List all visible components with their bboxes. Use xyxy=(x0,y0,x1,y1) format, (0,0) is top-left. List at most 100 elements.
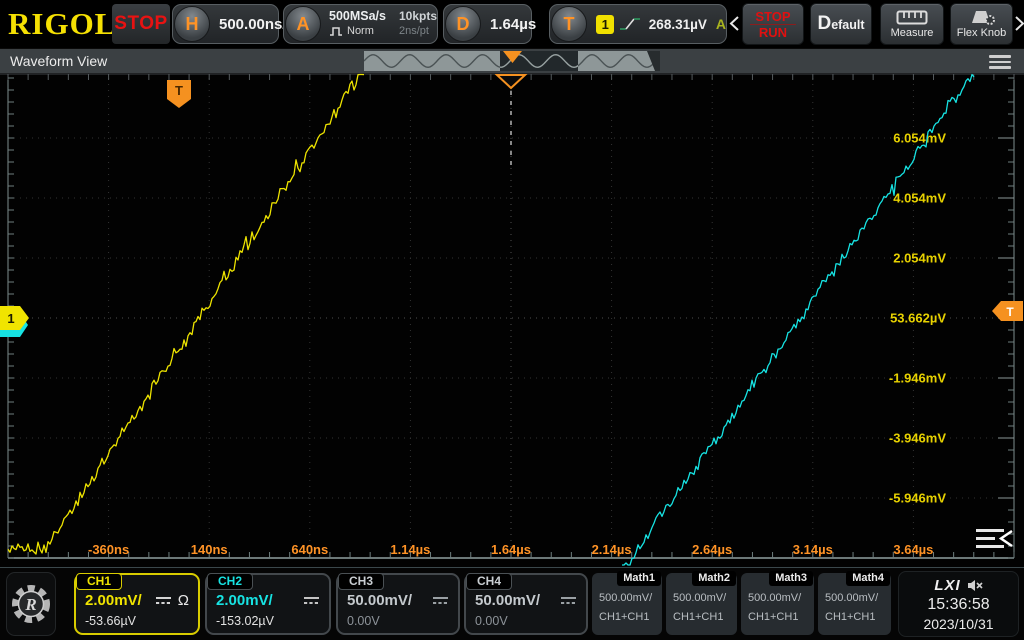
flex-knob-label: Flex Knob xyxy=(957,27,1007,39)
time-label: 640ns xyxy=(291,542,328,557)
view-title: Waveform View xyxy=(10,53,107,69)
stop-label: STOP xyxy=(750,9,796,24)
trigger-sweep-mode: A xyxy=(716,16,726,32)
waveform-display[interactable]: 6.054mV4.054mV2.054mV53.662µV-1.946mV-3.… xyxy=(0,73,1024,567)
time-label: 2.64µs xyxy=(692,542,732,557)
math1-expression: CH1+CH1 xyxy=(592,611,662,623)
volt-label: 53.662µV xyxy=(890,311,946,326)
math3-expression: CH1+CH1 xyxy=(741,611,814,623)
acquisition-status-badge: STOP xyxy=(112,4,170,44)
waveform-view-bar: Waveform View xyxy=(0,48,1024,73)
toolbar-scroll-left-icon[interactable] xyxy=(729,15,740,32)
channel-tab-ch1[interactable]: CH1 xyxy=(76,573,122,590)
delay-value: 1.64µs xyxy=(490,16,536,33)
trigger-knob[interactable]: T xyxy=(551,6,587,42)
rising-edge-icon xyxy=(619,16,641,33)
graticule: 6.054mV4.054mV2.054mV53.662µV-1.946mV-3.… xyxy=(0,73,1024,567)
sample-resolution: 2ns/pt xyxy=(399,25,437,38)
horizontal-knob[interactable]: H xyxy=(174,6,210,42)
channel-tab-ch2[interactable]: CH2 xyxy=(207,573,253,590)
default-label: Default xyxy=(817,13,864,35)
channel-box-ch1[interactable]: CH1 2.00mV/ Ω -53.66µV xyxy=(74,573,200,635)
system-time: 15:36:58 xyxy=(927,596,989,614)
volt-label: -3.946mV xyxy=(889,431,946,446)
math1-tab[interactable]: Math1 xyxy=(617,571,661,586)
default-button[interactable]: Default xyxy=(810,3,872,45)
measure-label: Measure xyxy=(891,27,934,39)
ch1-impedance: Ω xyxy=(178,592,189,609)
math4-expression: CH1+CH1 xyxy=(818,611,891,623)
time-label: 140ns xyxy=(191,542,228,557)
rigol-logo: RIGOL xyxy=(8,6,116,42)
channel-box-ch3[interactable]: CH3 50.00mV/ 0.00V xyxy=(336,573,460,635)
memory-depth: 10kpts xyxy=(399,10,437,23)
pulse-icon xyxy=(329,26,343,37)
time-label: 3.64µs xyxy=(893,542,933,557)
sample-rate: 500MSa/s xyxy=(329,10,393,23)
channel-box-ch4[interactable]: CH4 50.00mV/ 0.00V xyxy=(464,573,588,635)
math-box-math4[interactable]: Math4 500.00mV/ CH1+CH1 xyxy=(818,573,891,635)
math3-tab[interactable]: Math3 xyxy=(769,571,813,586)
run-label: RUN xyxy=(750,24,796,40)
math2-expression: CH1+CH1 xyxy=(666,611,737,623)
speaker-muted-icon xyxy=(967,579,983,592)
math4-tab[interactable]: Math4 xyxy=(846,571,890,586)
horizontal-scale-value: 500.00ns/ xyxy=(219,16,287,33)
plot-menu-icon[interactable] xyxy=(976,529,1004,532)
trigger-level-value: 268.31µV xyxy=(649,17,707,32)
dc-coupling-icon xyxy=(303,596,320,605)
ch1-scale: 2.00mV/ xyxy=(85,592,142,609)
system-date: 2023/10/31 xyxy=(923,616,993,632)
delay-knob[interactable]: D xyxy=(445,6,481,42)
gear-r-icon: R xyxy=(10,577,52,631)
time-label: 1.64µs xyxy=(491,542,531,557)
acquire-knob[interactable]: A xyxy=(285,6,321,42)
bottom-status-bar: R CH1 2.00mV/ Ω -53.66µV CH2 2.00mV/ xyxy=(0,567,1024,640)
volt-label: 6.054mV xyxy=(893,131,946,146)
time-label: 3.14µs xyxy=(793,542,833,557)
math-box-math3[interactable]: Math3 500.00mV/ CH1+CH1 xyxy=(741,573,814,635)
math2-scale: 500.00mV/ xyxy=(666,592,737,604)
top-toolbar: RIGOL STOP H 500.00ns/ A 500MSa/s Norm 1… xyxy=(0,0,1024,48)
channel-tab-ch4[interactable]: CH4 xyxy=(466,573,512,590)
time-label: 1.14µs xyxy=(390,542,430,557)
time-label: 2.14µs xyxy=(592,542,632,557)
math-box-math2[interactable]: Math2 500.00mV/ CH1+CH1 xyxy=(666,573,737,635)
toolbar-scroll-right-icon[interactable] xyxy=(1014,15,1024,32)
menu-icon[interactable] xyxy=(989,55,1011,69)
delay-control[interactable]: D 1.64µs xyxy=(443,4,532,44)
math3-scale: 500.00mV/ xyxy=(741,592,814,604)
measure-button[interactable]: Measure xyxy=(880,3,944,45)
ch2-offset: -153.02µV xyxy=(207,614,329,628)
dc-coupling-icon xyxy=(560,596,577,605)
rigol-gear-logo[interactable]: R xyxy=(6,572,56,636)
time-label: -360ns xyxy=(88,542,129,557)
system-status-panel[interactable]: LXI 15:36:58 2023/10/31 xyxy=(898,571,1019,637)
knob-icon xyxy=(967,9,997,25)
volt-label: 2.054mV xyxy=(893,251,946,266)
math-box-math1[interactable]: Math1 500.00mV/ CH1+CH1 xyxy=(592,573,662,635)
channel-tab-ch3[interactable]: CH3 xyxy=(338,573,384,590)
stop-run-button[interactable]: STOP RUN xyxy=(742,3,804,45)
trigger-control[interactable]: T 1 268.31µV A xyxy=(549,4,727,44)
flex-knob-button[interactable]: Flex Knob xyxy=(950,3,1013,45)
ch2-scale: 2.00mV/ xyxy=(216,592,273,609)
ch3-offset: 0.00V xyxy=(338,614,458,628)
ch1-offset: -53.66µV xyxy=(76,614,198,628)
channel-box-ch2[interactable]: CH2 2.00mV/ -153.02µV xyxy=(205,573,331,635)
acquire-control[interactable]: A 500MSa/s Norm 10kpts 2ns/pt xyxy=(283,4,438,44)
math2-tab[interactable]: Math2 xyxy=(692,571,736,586)
horizontal-ref-marker[interactable] xyxy=(497,75,525,88)
math4-scale: 500.00mV/ xyxy=(818,592,891,604)
horizontal-scale-control[interactable]: H 500.00ns/ xyxy=(172,4,279,44)
svg-text:T: T xyxy=(175,83,183,98)
record-overview-strip[interactable] xyxy=(364,51,660,71)
lxi-label: LXI xyxy=(934,577,960,594)
svg-text:R: R xyxy=(24,595,36,614)
ch4-offset: 0.00V xyxy=(466,614,586,628)
svg-text:T: T xyxy=(1006,305,1014,319)
ch4-scale: 50.00mV/ xyxy=(475,592,540,609)
math1-scale: 500.00mV/ xyxy=(592,592,662,604)
trace-ch1 xyxy=(8,75,364,555)
ruler-icon xyxy=(896,10,928,25)
